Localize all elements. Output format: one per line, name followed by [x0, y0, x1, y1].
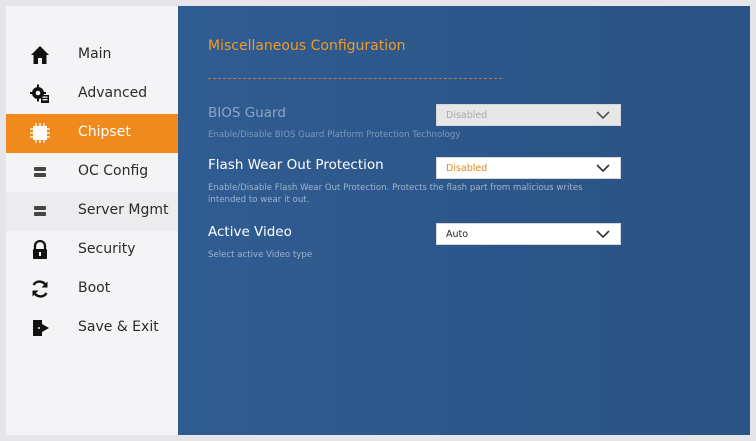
settings-panel: Miscellaneous Configuration BIOS Guard E…: [178, 6, 750, 435]
sidebar-item-boot[interactable]: Boot: [6, 270, 178, 309]
sidebar-item-label: Save & Exit: [78, 319, 159, 335]
sidebar-item-server-mgmt[interactable]: Server Mgmt: [6, 192, 178, 231]
heading-divider: [208, 78, 502, 79]
lock-icon: [33, 240, 47, 259]
sidebar-item-label: Main: [78, 46, 112, 62]
server-icon: [34, 206, 46, 216]
chip-icon: [30, 123, 50, 143]
sidebar-nav: Main Advanced Chipset OC Config Server M…: [6, 36, 178, 348]
sidebar-item-label: Security: [78, 241, 136, 257]
flash-wear-value: Disabled: [446, 163, 488, 174]
sidebar-item-chipset[interactable]: Chipset: [6, 114, 178, 153]
bios-guard-select[interactable]: Disabled: [436, 104, 621, 126]
exit-door-icon: [33, 320, 49, 336]
memory-stick-icon: [34, 167, 46, 177]
active-video-select[interactable]: Auto: [436, 223, 621, 245]
setting-desc-flash-wear: Enable/Disable Flash Wear Out Protection…: [208, 183, 583, 205]
refresh-icon: [32, 280, 48, 298]
active-video-value: Auto: [446, 229, 469, 240]
bios-guard-value: Disabled: [446, 110, 488, 121]
setting-title-flash-wear: Flash Wear Out Protection: [208, 157, 384, 173]
setting-desc-bios-guard: Enable/Disable BIOS Guard Platform Prote…: [208, 130, 461, 140]
flash-wear-select[interactable]: Disabled: [436, 157, 621, 179]
sidebar-item-oc-config[interactable]: OC Config: [6, 153, 178, 192]
sidebar-item-label: Server Mgmt: [78, 202, 169, 218]
sidebar-item-label: Advanced: [78, 85, 148, 101]
advanced-gear-icon: [30, 84, 49, 103]
chevron-down-icon: [596, 111, 610, 120]
sidebar-item-main[interactable]: Main: [6, 36, 178, 75]
sidebar-item-advanced[interactable]: Advanced: [6, 75, 178, 114]
sidebar-item-label: Chipset: [78, 124, 131, 140]
page-title: Miscellaneous Configuration: [208, 38, 406, 54]
setting-title-active-video: Active Video: [208, 224, 292, 240]
sidebar-item-security[interactable]: Security: [6, 231, 178, 270]
chevron-down-icon: [596, 230, 610, 239]
setting-title-bios-guard: BIOS Guard: [208, 105, 286, 121]
setting-desc-active-video: Select active Video type: [208, 250, 313, 260]
bios-frame: Main Advanced Chipset OC Config Server M…: [0, 0, 756, 441]
home-icon: [31, 46, 49, 64]
sidebar-item-save-exit[interactable]: Save & Exit: [6, 309, 178, 348]
sidebar-item-label: Boot: [78, 280, 111, 296]
chevron-down-icon: [596, 164, 610, 173]
sidebar-item-label: OC Config: [78, 163, 149, 179]
sidebar: Main Advanced Chipset OC Config Server M…: [6, 6, 178, 435]
